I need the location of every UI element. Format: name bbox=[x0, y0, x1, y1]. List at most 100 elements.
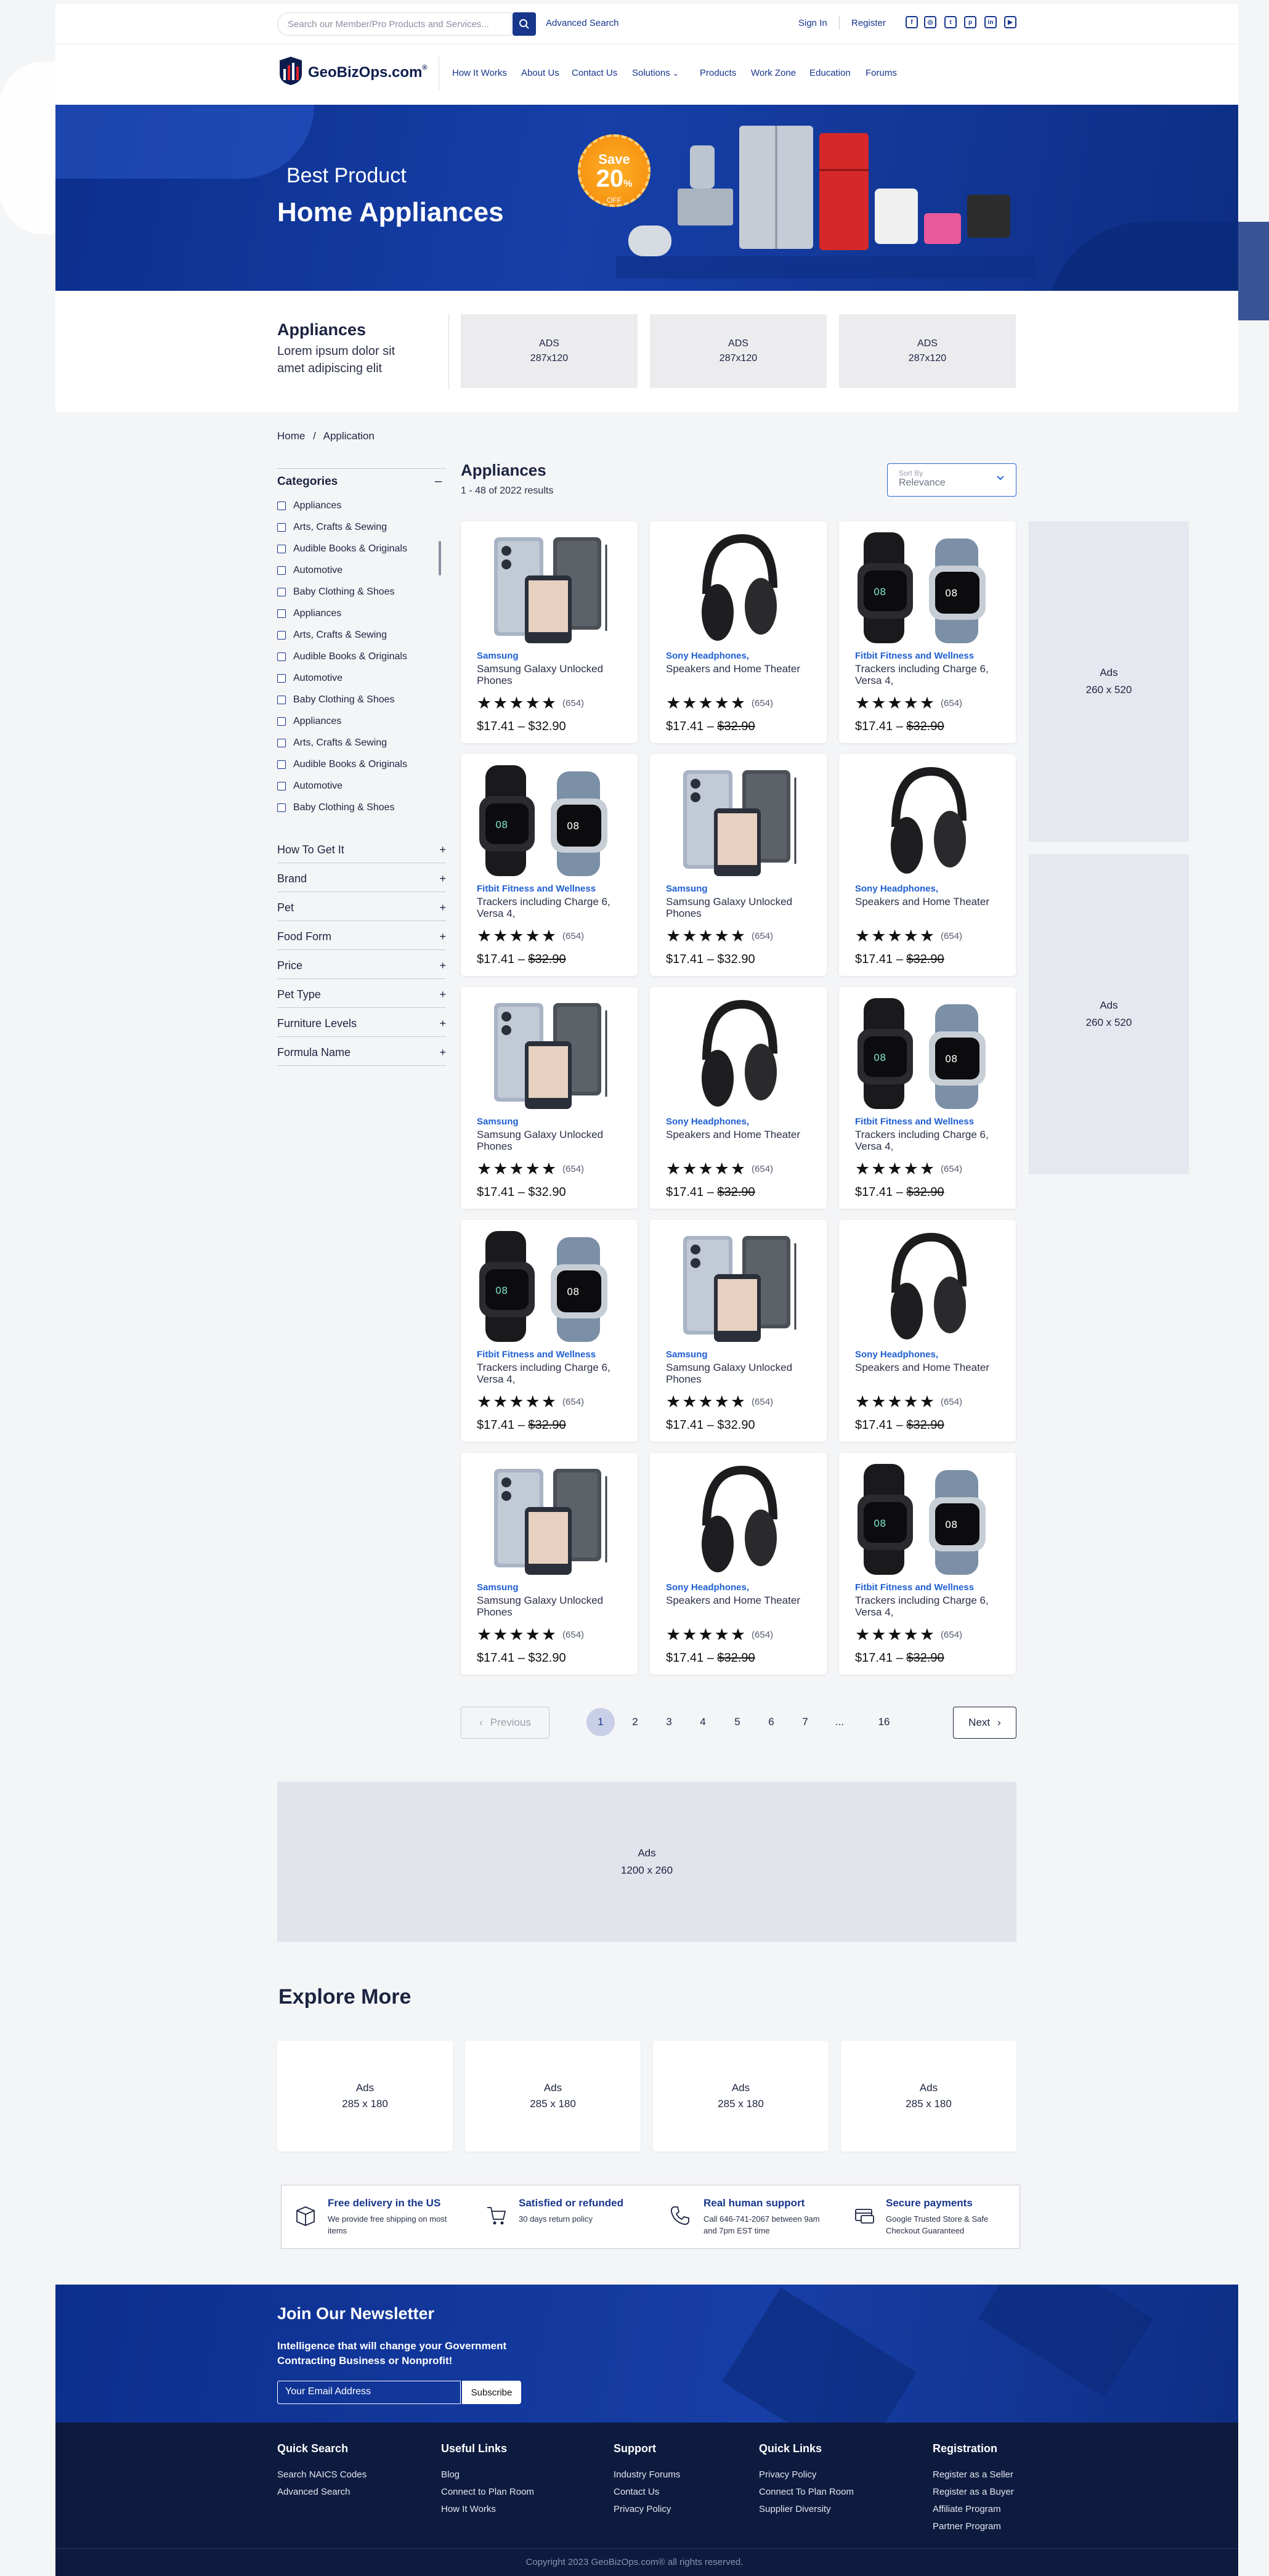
nav-education[interactable]: Education bbox=[809, 68, 851, 78]
explore-ad[interactable]: Ads 285 x 180 bbox=[841, 2041, 1016, 2151]
filter-accordion[interactable]: Furniture Levels + bbox=[277, 1008, 446, 1037]
footer-link[interactable]: Connect To Plan Room bbox=[759, 2484, 854, 2501]
twitter-icon[interactable]: t bbox=[944, 16, 957, 28]
checkbox[interactable] bbox=[277, 588, 286, 596]
watch-image[interactable]: 08 08 bbox=[461, 759, 638, 882]
product-card[interactable]: Sony Headphones, Speakers and Home Theate… bbox=[650, 1453, 827, 1675]
nav-work-zone[interactable]: Work Zone bbox=[751, 68, 796, 78]
checkbox[interactable] bbox=[277, 502, 286, 510]
product-card[interactable]: Samsung Samsung Galaxy Unlocked Phones ★★★… bbox=[650, 754, 827, 976]
product-name[interactable]: Speakers and Home Theater bbox=[666, 663, 820, 675]
search-button[interactable] bbox=[513, 12, 536, 36]
sort-select[interactable]: Sort By Relevance bbox=[887, 463, 1016, 497]
headphones-image[interactable] bbox=[839, 1225, 1016, 1348]
product-card[interactable]: 08 08 Fitbit Fitness and Wellness Trackers … bbox=[839, 987, 1016, 1209]
product-card[interactable]: 08 08 Fitbit Fitness and Wellness Trackers … bbox=[839, 1453, 1016, 1675]
filter-accordion[interactable]: Pet Type + bbox=[277, 979, 446, 1008]
filter-accordion[interactable]: Price + bbox=[277, 950, 446, 979]
explore-ad[interactable]: Ads 285 x 180 bbox=[277, 2041, 453, 2151]
phone-image[interactable] bbox=[650, 759, 827, 882]
explore-ad[interactable]: Ads 285 x 180 bbox=[465, 2041, 641, 2151]
headphones-image[interactable] bbox=[650, 526, 827, 649]
linkedin-icon[interactable]: in bbox=[984, 16, 997, 28]
product-name[interactable]: Trackers including Charge 6, Versa 4, bbox=[855, 1129, 1009, 1152]
footer-link[interactable]: Supplier Diversity bbox=[759, 2501, 854, 2518]
checkbox[interactable] bbox=[277, 674, 286, 683]
footer-link[interactable]: How It Works bbox=[441, 2501, 534, 2518]
product-brand[interactable]: Fitbit Fitness and Wellness bbox=[855, 651, 974, 661]
category-checkbox-item[interactable]: Appliances bbox=[277, 608, 341, 619]
product-card[interactable]: Samsung Samsung Galaxy Unlocked Phones ★★★… bbox=[650, 1220, 827, 1442]
checkbox[interactable] bbox=[277, 609, 286, 618]
filter-accordion[interactable]: Formula Name + bbox=[277, 1037, 446, 1066]
checkbox[interactable] bbox=[277, 545, 286, 553]
collapse-icon[interactable]: – bbox=[435, 474, 442, 489]
side-ad[interactable]: Ads 260 x 520 bbox=[1029, 854, 1189, 1174]
product-card[interactable]: Sony Headphones, Speakers and Home Theate… bbox=[839, 1220, 1016, 1442]
phone-image[interactable] bbox=[461, 526, 638, 649]
product-card[interactable]: Samsung Samsung Galaxy Unlocked Phones ★★★… bbox=[461, 987, 638, 1209]
product-brand[interactable]: Fitbit Fitness and Wellness bbox=[855, 1116, 974, 1127]
footer-link[interactable]: Partner Program bbox=[933, 2518, 1014, 2535]
category-checkbox-item[interactable]: Automotive bbox=[277, 781, 343, 792]
ad-slot[interactable]: ADS 287x120 bbox=[839, 314, 1016, 388]
page-number-button[interactable]: 4 bbox=[689, 1708, 717, 1736]
product-card[interactable]: Sony Headphones, Speakers and Home Theate… bbox=[650, 521, 827, 743]
page-number-button[interactable]: 7 bbox=[791, 1708, 819, 1736]
product-card[interactable]: Sony Headphones, Speakers and Home Theate… bbox=[650, 987, 827, 1209]
product-card[interactable]: 08 08 Fitbit Fitness and Wellness Trackers … bbox=[839, 521, 1016, 743]
product-name[interactable]: Trackers including Charge 6, Versa 4, bbox=[477, 1362, 631, 1385]
footer-link[interactable]: Connect to Plan Room bbox=[441, 2484, 534, 2501]
banner-ad[interactable]: Ads 1200 x 260 bbox=[277, 1782, 1016, 1942]
product-name[interactable]: Samsung Galaxy Unlocked Phones bbox=[477, 1595, 631, 1618]
phone-image[interactable] bbox=[461, 1458, 638, 1581]
filter-accordion[interactable]: How To Get It + bbox=[277, 834, 446, 863]
category-checkbox-item[interactable]: Audible Books & Originals bbox=[277, 651, 407, 662]
product-brand[interactable]: Samsung bbox=[477, 1116, 519, 1127]
page-number-button[interactable]: 1 bbox=[586, 1708, 615, 1736]
checkbox[interactable] bbox=[277, 739, 286, 747]
footer-link[interactable]: Industry Forums bbox=[614, 2466, 680, 2484]
watch-image[interactable]: 08 08 bbox=[839, 526, 1016, 649]
checkbox[interactable] bbox=[277, 782, 286, 790]
category-checkbox-item[interactable]: Appliances bbox=[277, 716, 341, 727]
checkbox[interactable] bbox=[277, 760, 286, 769]
checkbox[interactable] bbox=[277, 717, 286, 726]
headphones-image[interactable] bbox=[839, 759, 1016, 882]
previous-page-button[interactable]: ‹ Previous bbox=[461, 1707, 549, 1739]
footer-link[interactable]: Privacy Policy bbox=[759, 2466, 854, 2484]
product-name[interactable]: Speakers and Home Theater bbox=[666, 1595, 820, 1606]
checkbox[interactable] bbox=[277, 696, 286, 704]
footer-link[interactable]: Privacy Policy bbox=[614, 2501, 680, 2518]
product-card[interactable]: Samsung Samsung Galaxy Unlocked Phones ★★★… bbox=[461, 1453, 638, 1675]
nav-how-it-works[interactable]: How It Works bbox=[452, 68, 507, 78]
page-number-button[interactable]: 3 bbox=[655, 1708, 683, 1736]
product-name[interactable]: Trackers including Charge 6, Versa 4, bbox=[855, 663, 1009, 686]
category-checkbox-item[interactable]: Audible Books & Originals bbox=[277, 543, 407, 555]
checkbox[interactable] bbox=[277, 652, 286, 661]
watch-image[interactable]: 08 08 bbox=[839, 992, 1016, 1115]
category-checkbox-item[interactable]: Baby Clothing & Shoes bbox=[277, 802, 395, 813]
search-input[interactable]: Search our Member/Pro Products and Servi… bbox=[277, 12, 511, 36]
product-name[interactable]: Speakers and Home Theater bbox=[855, 896, 1009, 908]
page-number-button[interactable]: 5 bbox=[723, 1708, 752, 1736]
product-brand[interactable]: Fitbit Fitness and Wellness bbox=[855, 1582, 974, 1593]
side-ad[interactable]: Ads 260 x 520 bbox=[1029, 521, 1189, 842]
product-name[interactable]: Speakers and Home Theater bbox=[666, 1129, 820, 1140]
nav-forums[interactable]: Forums bbox=[866, 68, 897, 78]
pinterest-icon[interactable]: p bbox=[964, 16, 976, 28]
product-card[interactable]: 08 08 Fitbit Fitness and Wellness Trackers … bbox=[461, 754, 638, 976]
category-checkbox-item[interactable]: Arts, Crafts & Sewing bbox=[277, 737, 387, 749]
sign-in-link[interactable]: Sign In bbox=[798, 18, 827, 28]
category-checkbox-item[interactable]: Audible Books & Originals bbox=[277, 759, 407, 770]
footer-link[interactable]: Register as a Seller bbox=[933, 2466, 1014, 2484]
checkbox[interactable] bbox=[277, 803, 286, 812]
category-checkbox-item[interactable]: Arts, Crafts & Sewing bbox=[277, 522, 387, 533]
footer-link[interactable]: Affiliate Program bbox=[933, 2501, 1014, 2518]
product-name[interactable]: Samsung Galaxy Unlocked Phones bbox=[666, 1362, 820, 1385]
page-number-button[interactable]: 6 bbox=[757, 1708, 785, 1736]
product-brand[interactable]: Samsung bbox=[477, 651, 519, 661]
footer-link[interactable]: Blog bbox=[441, 2466, 534, 2484]
product-brand[interactable]: Samsung bbox=[666, 1349, 708, 1360]
next-page-button[interactable]: Next › bbox=[953, 1707, 1016, 1739]
